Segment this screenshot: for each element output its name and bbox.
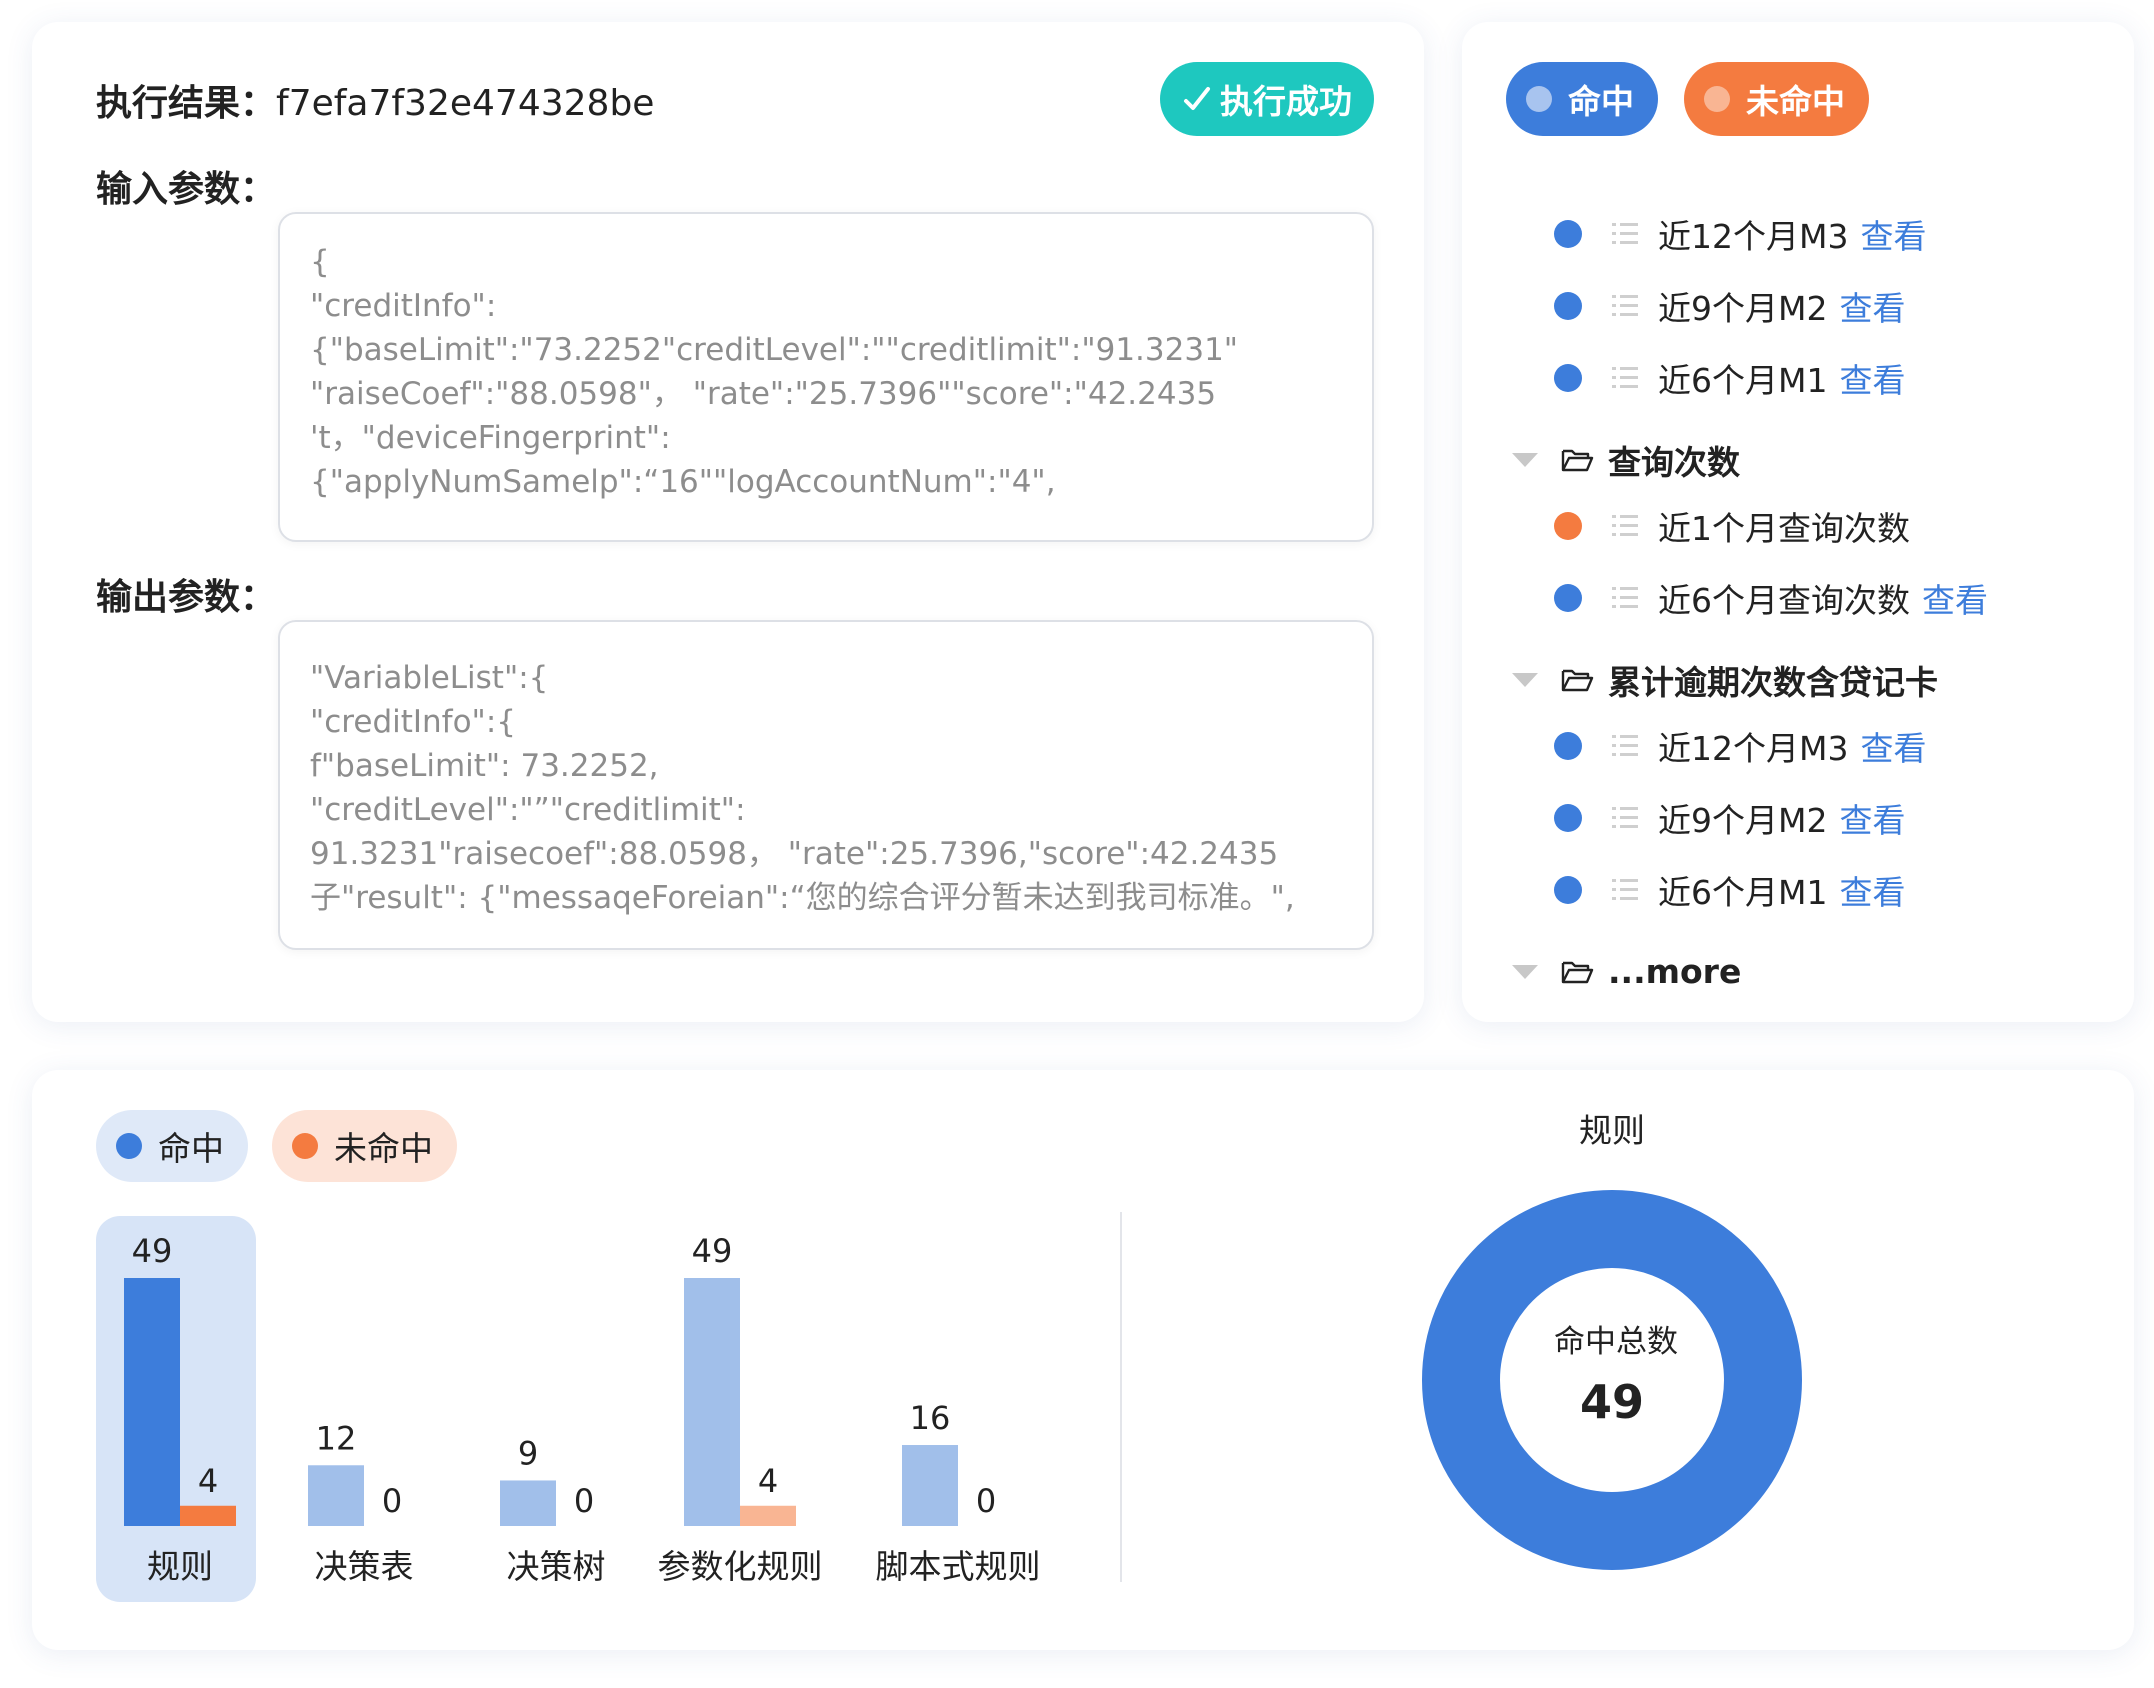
category-label: 决策表 xyxy=(315,1547,414,1586)
hit-value-label: 12 xyxy=(316,1419,357,1457)
caret-down-icon[interactable] xyxy=(1512,964,1538,979)
miss-value-label: 0 xyxy=(976,1482,996,1520)
check-icon xyxy=(1184,87,1210,110)
hit-dot-icon xyxy=(1526,86,1552,112)
hit-value-label: 16 xyxy=(910,1399,951,1437)
view-link[interactable]: 查看 xyxy=(1839,866,1905,914)
miss-value-label: 0 xyxy=(382,1482,402,1520)
hit-value-label: 49 xyxy=(692,1232,733,1270)
donut-center-label: 命中总数 xyxy=(1554,1324,1678,1360)
category-label: 规则 xyxy=(147,1547,213,1586)
tree-group-item[interactable]: ...more xyxy=(1512,952,1741,991)
tree-leaf-item[interactable]: 近12个月M3 查看 xyxy=(1554,210,1926,258)
caret-down-icon[interactable] xyxy=(1512,453,1538,467)
tree-group-label: 累计逾期次数含贷记卡 xyxy=(1608,663,1938,702)
view-link[interactable]: 查看 xyxy=(1839,282,1905,330)
hit-status-icon xyxy=(1554,876,1582,904)
category-label: 决策树 xyxy=(507,1547,606,1586)
hit-status-icon xyxy=(1554,804,1582,832)
hit-status-icon xyxy=(1554,220,1582,248)
status-badge-label: 执行成功 xyxy=(1220,82,1352,121)
donut-center-value: 49 xyxy=(1580,1375,1644,1429)
list-icon xyxy=(1612,587,1638,608)
hit-bar[interactable] xyxy=(684,1278,740,1526)
rule-tree-card: 命中 未命中 近12个月M3 查看 近9个月M2 查看 近6个月M1 查看 查询次数 近1个月… xyxy=(1462,22,2134,1022)
tree-group-item[interactable]: 查询次数 xyxy=(1512,436,1740,484)
legend-hit-chip[interactable]: 命中 xyxy=(1506,62,1658,136)
hit-bar[interactable] xyxy=(902,1445,958,1526)
hit-status-icon xyxy=(1554,732,1582,760)
miss-dot-icon xyxy=(1704,86,1730,112)
hit-value-label: 49 xyxy=(132,1232,173,1270)
tree-leaf-label: 近9个月M2 xyxy=(1658,289,1828,328)
view-link[interactable]: 查看 xyxy=(1922,574,1988,622)
tree-leaf-item[interactable]: 近9个月M2 查看 xyxy=(1554,282,1905,330)
list-icon xyxy=(1612,367,1638,388)
tree-group-label: ...more xyxy=(1608,952,1742,991)
miss-value-label: 4 xyxy=(198,1462,218,1500)
rule-type-bar-chart[interactable]: 494规则120决策表90决策树494参数化规则160脚本式规则 xyxy=(0,0,1110,1688)
miss-bar[interactable] xyxy=(740,1505,796,1526)
hit-bar[interactable] xyxy=(308,1465,364,1526)
donut-title: 规则 xyxy=(1579,1111,1645,1150)
tree-leaf-item[interactable]: 近9个月M2 查看 xyxy=(1554,794,1905,842)
view-link[interactable]: 查看 xyxy=(1860,210,1926,258)
category-label: 参数化规则 xyxy=(658,1547,823,1586)
hit-value-label: 9 xyxy=(518,1434,538,1472)
folder-open-icon xyxy=(1561,449,1594,472)
hit-status-icon xyxy=(1554,292,1582,320)
miss-value-label: 4 xyxy=(758,1462,778,1500)
list-icon xyxy=(1612,879,1638,900)
tree-leaf-item[interactable]: 近6个月查询次数 查看 xyxy=(1554,574,1988,622)
miss-bar[interactable] xyxy=(180,1505,236,1526)
tree-leaf-item[interactable]: 近6个月M1 查看 xyxy=(1554,354,1905,402)
list-icon xyxy=(1612,735,1638,756)
hit-bar[interactable] xyxy=(124,1278,180,1526)
miss-status-icon xyxy=(1554,512,1582,540)
hit-total-donut-chart[interactable]: 规则命中总数 49 xyxy=(1400,1100,1820,1580)
caret-down-icon[interactable] xyxy=(1512,673,1538,687)
list-icon xyxy=(1612,223,1638,244)
miss-value-label: 0 xyxy=(574,1482,594,1520)
legend-miss-label: 未命中 xyxy=(1746,82,1845,121)
view-link[interactable]: 查看 xyxy=(1839,354,1905,402)
tree-leaf-item[interactable]: 近6个月M1 查看 xyxy=(1554,866,1905,914)
hit-status-icon xyxy=(1554,584,1582,612)
legend-hit-label: 命中 xyxy=(1568,82,1634,121)
status-badge: 执行成功 xyxy=(1160,62,1374,136)
folder-open-icon xyxy=(1561,669,1594,692)
tree-leaf-label: 近9个月M2 xyxy=(1658,801,1828,840)
tree-group-item[interactable]: 累计逾期次数含贷记卡 xyxy=(1512,656,1938,704)
list-icon xyxy=(1612,515,1638,536)
category-label: 脚本式规则 xyxy=(876,1547,1041,1586)
tree-leaf-item[interactable]: 近1个月查询次数 xyxy=(1554,502,1910,550)
folder-open-icon xyxy=(1561,961,1594,983)
tree-leaf-label: 近6个月M1 xyxy=(1658,873,1828,912)
tree-leaf-label: 近12个月M3 xyxy=(1658,729,1849,768)
tree-group-label: 查询次数 xyxy=(1608,443,1740,482)
tree-leaf-label: 近12个月M3 xyxy=(1658,217,1849,256)
list-icon xyxy=(1612,295,1638,316)
list-icon xyxy=(1612,807,1638,828)
view-link[interactable]: 查看 xyxy=(1839,794,1905,842)
tree-leaf-label: 近1个月查询次数 xyxy=(1658,509,1910,548)
hit-status-icon xyxy=(1554,364,1582,392)
tree-leaf-item[interactable]: 近12个月M3 查看 xyxy=(1554,722,1926,770)
hit-bar[interactable] xyxy=(500,1480,556,1526)
legend-miss-chip[interactable]: 未命中 xyxy=(1684,62,1869,136)
chart-divider xyxy=(1120,1212,1122,1582)
tree-leaf-label: 近6个月查询次数 xyxy=(1658,581,1910,620)
tree-leaf-label: 近6个月M1 xyxy=(1658,361,1828,400)
view-link[interactable]: 查看 xyxy=(1860,722,1926,770)
